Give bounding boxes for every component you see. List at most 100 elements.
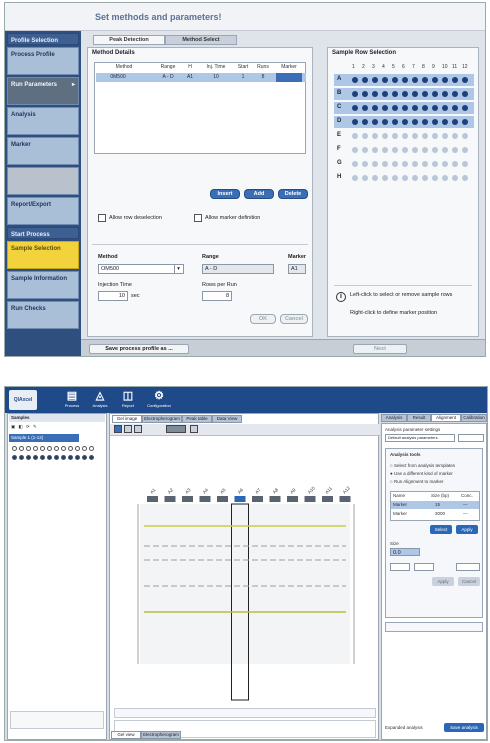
column-header[interactable]: Runs bbox=[253, 63, 273, 72]
tab-analysis[interactable]: Analysis bbox=[381, 414, 407, 422]
cancel-button[interactable]: Cancel bbox=[280, 314, 308, 324]
well-icon bbox=[422, 91, 428, 97]
well-icon bbox=[412, 161, 418, 167]
tab-method-select[interactable]: Method Select bbox=[165, 35, 237, 45]
save-analysis-button[interactable]: Save analysis bbox=[444, 723, 484, 732]
option-marker[interactable]: ● Use a different kind of marker bbox=[390, 471, 453, 476]
well-icon bbox=[382, 119, 388, 125]
tab-peak-detection[interactable]: Peak Detection bbox=[93, 35, 165, 45]
plate-row[interactable]: B bbox=[334, 88, 474, 100]
column-header[interactable]: 10 bbox=[442, 64, 448, 70]
electropherogram-button[interactable]: Electropherogram bbox=[141, 731, 181, 739]
column-header[interactable]: Inj. Time bbox=[199, 63, 233, 72]
allow-marker-definition-checkbox[interactable] bbox=[194, 214, 202, 222]
column-header[interactable]: 4 bbox=[382, 64, 385, 70]
tab-result[interactable]: Result bbox=[407, 414, 431, 422]
table-row[interactable]: Marker 15 — bbox=[391, 501, 479, 509]
size-input[interactable]: 0.0 bbox=[390, 548, 420, 556]
sidebar-item-report-export[interactable]: Report/Export bbox=[7, 197, 79, 225]
process-icon[interactable]: ▤ Process bbox=[61, 390, 83, 412]
add-button[interactable]: Add bbox=[244, 189, 274, 199]
option-label: Run Alignment to marker bbox=[393, 479, 444, 484]
plate-row[interactable]: G bbox=[334, 158, 474, 170]
select-button[interactable]: Select bbox=[430, 525, 452, 534]
column-header[interactable]: Marker bbox=[273, 63, 305, 72]
allow-row-deselection-checkbox[interactable] bbox=[98, 214, 106, 222]
cancel-button[interactable]: Cancel bbox=[458, 577, 480, 586]
next-button[interactable]: Next bbox=[353, 344, 407, 354]
tab-gel-image[interactable]: Gel image bbox=[112, 415, 142, 423]
horizontal-scrollbar[interactable] bbox=[114, 708, 376, 718]
injection-time-input[interactable]: 10 bbox=[98, 291, 128, 301]
column-header[interactable]: 7 bbox=[412, 64, 415, 70]
column-header[interactable]: H bbox=[181, 63, 199, 72]
ok-button[interactable]: OK bbox=[250, 314, 276, 324]
range-to-input[interactable] bbox=[414, 563, 434, 571]
tab-alignment[interactable]: Alignment bbox=[431, 414, 461, 422]
option-alignment[interactable]: ○ Run Alignment to marker bbox=[390, 479, 444, 484]
sidebar-item-sample-information[interactable]: Sample Information bbox=[7, 271, 79, 299]
gel-view-button[interactable]: Gel view bbox=[111, 731, 141, 739]
plate-row[interactable]: C bbox=[334, 102, 474, 114]
well-icon bbox=[392, 105, 398, 111]
zoom-slider[interactable] bbox=[166, 425, 186, 433]
param-settings-select[interactable]: Default analysis parameters bbox=[385, 434, 455, 442]
param-settings-dropdown[interactable] bbox=[458, 434, 484, 442]
rows-per-run-input[interactable]: 8 bbox=[202, 291, 232, 301]
report-icon[interactable]: ◫ Report bbox=[117, 390, 139, 412]
configuration-icon[interactable]: ⚙ Configuration bbox=[145, 390, 173, 412]
apply-marker-button[interactable]: Apply bbox=[456, 525, 478, 534]
column-header[interactable]: 2 bbox=[362, 64, 365, 70]
gel-mode-icon[interactable] bbox=[114, 425, 122, 433]
column-header[interactable]: 12 bbox=[462, 64, 468, 70]
analysis-icon[interactable]: ◬ Analysis bbox=[89, 390, 111, 412]
column-header[interactable]: 5 bbox=[392, 64, 395, 70]
table-row[interactable]: Marker 3000 — bbox=[391, 510, 479, 518]
insert-button[interactable]: Insert bbox=[210, 189, 240, 199]
navigator-tool-icons[interactable]: ▣ ◧ ⟳ ✎ bbox=[11, 424, 38, 430]
sidebar-item-marker[interactable]: Marker bbox=[7, 137, 79, 165]
plate-row[interactable]: D bbox=[334, 116, 474, 128]
plate-row[interactable]: H bbox=[334, 172, 474, 184]
sidebar-item-sample-selection[interactable]: Sample Selection bbox=[7, 241, 79, 269]
sample-tree-item[interactable]: Sample 1 (1-12) bbox=[9, 434, 79, 442]
column-header[interactable]: Range bbox=[155, 63, 181, 72]
tolerance-input[interactable] bbox=[456, 563, 480, 571]
tab-electropherogram[interactable]: Electropherogram bbox=[142, 415, 182, 423]
plate-row[interactable]: A bbox=[334, 74, 474, 86]
sidebar-item-process-profile[interactable]: Process Profile bbox=[7, 47, 79, 75]
column-header[interactable]: 9 bbox=[432, 64, 435, 70]
column-header[interactable]: 3 bbox=[372, 64, 375, 70]
option-templates[interactable]: ○ Select from analysis templates bbox=[390, 463, 455, 468]
well-icon bbox=[382, 91, 388, 97]
tab-calibration[interactable]: Calibration bbox=[461, 414, 487, 422]
well-icon bbox=[372, 91, 378, 97]
well-icon bbox=[412, 91, 418, 97]
tab-peak-table[interactable]: Peak table bbox=[182, 415, 212, 423]
column-header[interactable]: 1 bbox=[352, 64, 355, 70]
column-header[interactable]: 6 bbox=[402, 64, 405, 70]
contrast-icon[interactable] bbox=[190, 425, 198, 433]
column-header[interactable]: 11 bbox=[452, 64, 457, 70]
marker-color-cell[interactable] bbox=[276, 73, 302, 82]
save-process-profile-button[interactable]: Save process profile as ... bbox=[89, 344, 189, 354]
apply-button[interactable]: Apply bbox=[432, 577, 454, 586]
plate-row[interactable]: E bbox=[334, 130, 474, 142]
delete-button[interactable]: Delete bbox=[278, 189, 308, 199]
sidebar-item-run-parameters[interactable]: Run Parameters ▸ bbox=[7, 77, 79, 105]
well-icon bbox=[432, 119, 438, 125]
column-header[interactable]: Start bbox=[233, 63, 253, 72]
sidebar-item-analysis[interactable]: Analysis bbox=[7, 107, 79, 135]
column-header[interactable]: 8 bbox=[422, 64, 425, 70]
plate-row[interactable]: F bbox=[334, 144, 474, 156]
well-icon bbox=[422, 161, 428, 167]
collapsed-section[interactable] bbox=[385, 622, 483, 632]
range-from-input[interactable] bbox=[390, 563, 410, 571]
overlay-icon[interactable] bbox=[134, 425, 142, 433]
column-header[interactable]: Method bbox=[109, 63, 139, 72]
sidebar-item-run-checks[interactable]: Run Checks bbox=[7, 301, 79, 329]
lane-mode-icon[interactable] bbox=[124, 425, 132, 433]
table-row[interactable]: 0M500 A - D A1 10 1 8 bbox=[96, 73, 306, 82]
method-select[interactable]: OM500 ▾ bbox=[98, 264, 184, 274]
tab-data-view[interactable]: Data View bbox=[212, 415, 242, 423]
